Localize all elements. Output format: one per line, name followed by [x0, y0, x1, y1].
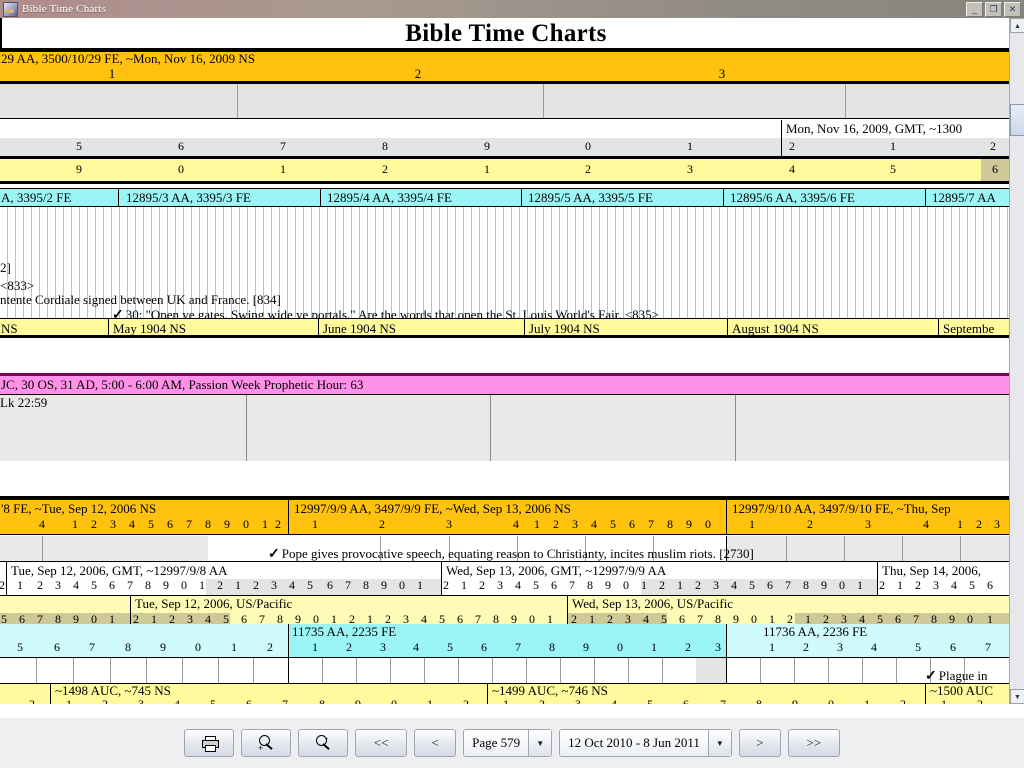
page-select-value: Page 579 [472, 735, 521, 750]
gold-2006-label-row: '8 FE, ~Tue, Sep 12, 2006 NS 12997/9/9 A… [0, 500, 1010, 518]
gold-band-tick-row: 1 2 3 [0, 65, 1010, 81]
event-text-1: <833> [0, 278, 35, 293]
app-icon [3, 1, 18, 17]
yellow-ticks: 9 0 1 2 1 2 3 4 5 [76, 162, 896, 176]
minimize-button[interactable]: _ [966, 2, 983, 17]
magnifier-minus-icon: - [315, 734, 331, 751]
month-label-0: NS [1, 321, 18, 336]
event-text-0: 2] [0, 260, 11, 275]
gmt-2006-label-0: Tue, Sep 12, 2006, GMT, ~12997/9/8 AA [11, 563, 228, 578]
cyan-header-3: 12895/5 AA, 3395/5 FE [528, 190, 653, 205]
title-bar: Bible Time Charts _ ❐ ✕ [0, 0, 1024, 18]
gold-2006-label-0: '8 FE, ~Tue, Sep 12, 2006 NS [1, 501, 157, 516]
month-label-5: Septembe [943, 321, 995, 336]
page-title: Bible Time Charts [0, 18, 1010, 48]
application-window: Bible Time Charts _ ❐ ✕ Bible Time Chart… [0, 0, 1024, 768]
month-label-4: August 1904 NS [732, 321, 819, 336]
scroll-up-button[interactable]: ▲ [1010, 18, 1024, 33]
pacific-label-0: Tue, Sep 12, 2006, US/Pacific [135, 596, 293, 611]
cyan-header-5: 12895/7 AA [932, 190, 996, 205]
auc-label-row: ~1498 AUC, ~745 NS ~1499 AUC, ~746 NS ~1… [0, 683, 1010, 699]
magnifier-plus-icon: + [258, 735, 274, 753]
check-icon: ✓ [925, 669, 937, 684]
gmt-2006-label-2: Thu, Sep 14, 2006, [882, 563, 981, 578]
window-title: Bible Time Charts [22, 3, 107, 15]
gold-band-ticks: 1 2 3 [108, 66, 726, 81]
check-icon: ✓ [268, 547, 280, 562]
month-label-3: July 1904 NS [529, 321, 600, 336]
gmt-label: Mon, Nov 16, 2009, GMT, ~1300 [786, 121, 963, 136]
gold-band-label-row: 29 AA, 3500/10/29 FE, ~Mon, Nov 16, 2009… [0, 52, 1010, 65]
gmt-2006-label-row: Tue, Sep 12, 2006, GMT, ~12997/9/8 AA We… [0, 561, 1010, 579]
previous-page-button[interactable]: < [414, 729, 457, 757]
passion-week-band: JC, 30 OS, 31 AD, 5:00 - 6:00 AM, Passio… [0, 376, 1010, 395]
gmt-2006-ticks: 2 1 2 3 4 5 6 7 8 9 0 1 2 1 2 3 4 [0, 579, 993, 592]
month-label-2: June 1904 NS [323, 321, 396, 336]
month-row-1904: NS May 1904 NS June 1904 NS July 1904 NS… [0, 318, 1010, 338]
chart-canvas: Bible Time Charts 29 AA, 3500/10/29 FE, … [0, 18, 1010, 704]
pacific-label-1: Wed, Sep 13, 2006, US/Pacific [572, 596, 734, 611]
print-button[interactable] [184, 729, 235, 757]
close-button[interactable]: ✕ [1004, 2, 1021, 17]
vertical-scrollbar[interactable]: ▲ ▼ [1009, 18, 1024, 704]
gold-band-label: 29 AA, 3500/10/29 FE, ~Mon, Nov 16, 2009… [1, 52, 256, 65]
hour-grid-zone [0, 395, 1010, 461]
cyan-header-2: 12895/4 AA, 3395/4 FE [327, 190, 452, 205]
gmt-2006-label-1: Wed, Sep 13, 2006, GMT, ~12997/9/9 AA [446, 563, 667, 578]
date-range-value: 12 Oct 2010 - 8 Jun 2011 [568, 735, 700, 750]
zoom-out-button[interactable]: - [298, 729, 349, 757]
grey-spacer-band [0, 84, 1010, 119]
month-label-1: May 1904 NS [113, 321, 186, 336]
gmt-ticks: 5 6 7 8 9 0 1 2 1 2 [76, 139, 996, 153]
cyan-header-1: 12895/3 AA, 3395/3 FE [126, 190, 251, 205]
auc-tick-row: 2 1 2 3 4 5 6 7 8 9 0 1 2 1 2 3 4 [0, 699, 1010, 704]
white-gap-1 [0, 341, 1010, 373]
next-page-button[interactable]: > [738, 729, 781, 757]
gold-2006-label-2: 12997/9/10 AA, 3497/9/10 FE, ~Thu, Sep [732, 501, 951, 516]
plague-grid-zone [0, 658, 1010, 683]
date-range-select[interactable]: 12 Oct 2010 - 8 Jun 2011 ▼ [559, 729, 732, 757]
bottom-toolbar: + - << < Page 579 ▼ 12 Oct 2010 - 8 Jun … [0, 718, 1024, 768]
gold-2006-label-1: 12997/9/9 AA, 3497/9/9 FE, ~Wed, Sep 13,… [294, 501, 571, 516]
cyan-2235-label-1: 11735 AA, 2235 FE [292, 624, 397, 639]
cyan-2235-label-row: 11735 AA, 2235 FE 11736 AA, 2236 FE [0, 624, 1010, 641]
yellow-highlight-cell: 6 [981, 159, 1010, 181]
passion-week-label: JC, 30 OS, 31 AD, 5:00 - 6:00 AM, Passio… [1, 377, 364, 392]
cyan-2235-tick-row: 5 6 7 8 9 0 1 2 1 2 3 4 5 6 7 8 9 0 1 2 … [0, 641, 1010, 658]
window-controls: _ ❐ ✕ [966, 2, 1021, 17]
cyan-2235-ticks: 5 6 7 8 9 0 1 2 1 2 3 4 5 6 7 8 9 0 1 2 … [17, 641, 991, 654]
gmt-2006-tick-row: 2 1 2 3 4 5 6 7 8 9 0 1 2 1 2 3 4 [0, 579, 1010, 596]
gmt-tick-row: 5 6 7 8 9 0 1 2 1 2 [0, 138, 1010, 156]
auc-label-2: ~1499 AUC, ~746 NS [492, 683, 608, 698]
auc-label-3: ~1500 AUC [930, 683, 994, 698]
chevron-down-icon-2[interactable]: ▼ [707, 730, 731, 756]
auc-label-1: ~1498 AUC, ~745 NS [55, 683, 171, 698]
scripture-ref: Lk 22:59 [0, 395, 48, 410]
chevron-down-icon[interactable]: ▼ [528, 730, 552, 756]
plague-event-text: ✓ Plague in [925, 668, 988, 684]
cyan-header-4: 12895/6 AA, 3395/6 FE [730, 190, 855, 205]
white-gap-2 [0, 461, 1010, 496]
gold-2006-tick-row: 4 1 2 3 4 5 6 7 8 9 0 1 2 1 2 3 4 1 2 3 … [0, 518, 1010, 535]
maximize-button[interactable]: ❐ [985, 2, 1002, 17]
scroll-down-button[interactable]: ▼ [1010, 689, 1024, 704]
pacific-label-row: Tue, Sep 12, 2006, US/Pacific Wed, Sep 1… [0, 596, 1010, 613]
cyan-header-0: A, 3395/2 FE [1, 190, 72, 205]
cyan-2235-label-2: 11736 AA, 2236 FE [763, 624, 868, 639]
document-page: Bible Time Charts 29 AA, 3500/10/29 FE, … [0, 18, 1024, 718]
vertical-scroll-thumb[interactable] [1010, 104, 1024, 136]
auc-ticks: 2 1 2 3 4 5 6 7 8 9 0 1 2 1 2 3 4 [0, 699, 1010, 704]
page-select[interactable]: Page 579 ▼ [463, 729, 553, 757]
printer-icon [201, 736, 219, 752]
pope-event-text: ✓ Pope gives provocative speech, equating… [268, 546, 754, 562]
last-page-button[interactable]: >> [787, 729, 840, 757]
zoom-in-button[interactable]: + [241, 729, 292, 757]
gmt-label-row: Mon, Nov 16, 2009, GMT, ~1300 [0, 120, 1010, 138]
yellow-tick-row: 9 0 1 2 1 2 3 4 5 6 [0, 159, 1010, 184]
event-text-2: ntente Cordiale signed between UK and Fr… [0, 292, 281, 307]
cyan-header-row: A, 3395/2 FE 12895/3 AA, 3395/3 FE 12895… [0, 188, 1010, 207]
gold-2006-ticks-0: 4 1 2 3 4 5 6 7 8 9 0 1 2 1 2 3 4 1 2 3 … [39, 518, 1000, 531]
first-page-button[interactable]: << [355, 729, 408, 757]
